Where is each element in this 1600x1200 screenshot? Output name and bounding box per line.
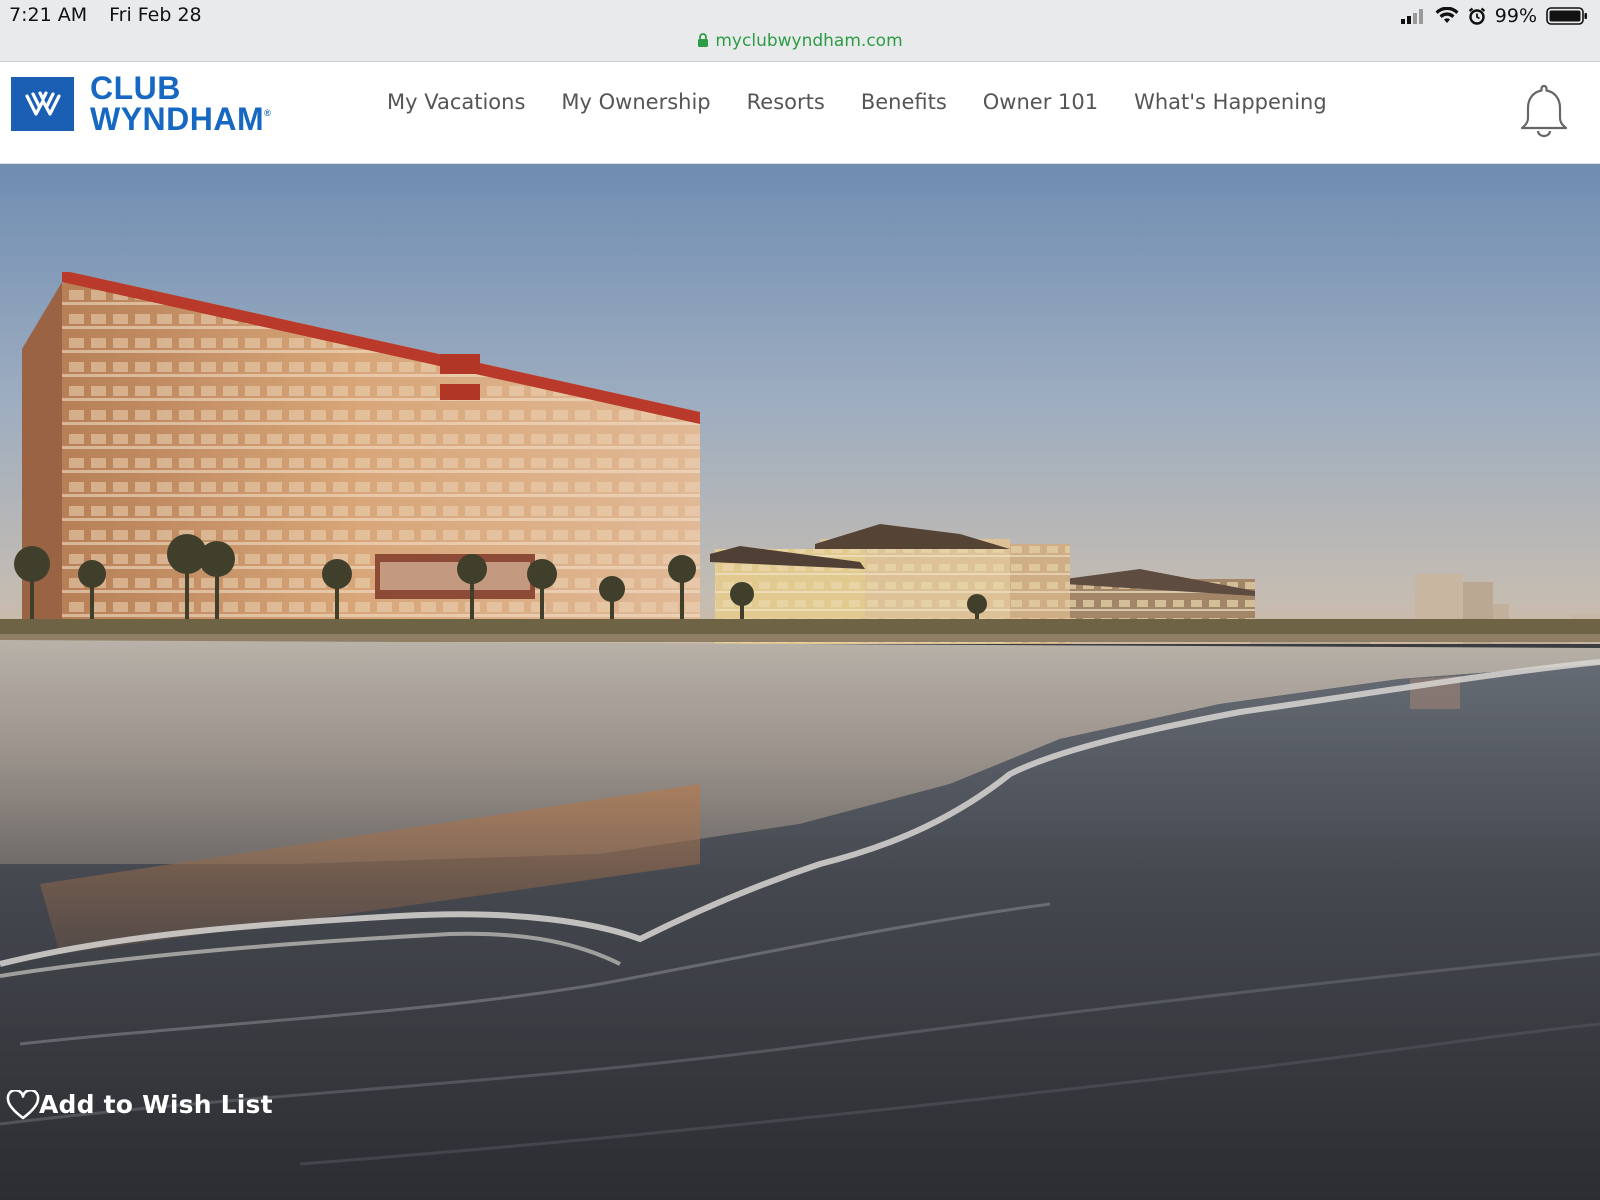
club-wyndham-logo[interactable]: CLUB WYNDHAM® bbox=[11, 70, 272, 138]
bell-icon[interactable] bbox=[1518, 82, 1570, 140]
nav-item-benefits[interactable]: Benefits bbox=[861, 90, 947, 114]
status-date: Fri Feb 28 bbox=[109, 4, 202, 26]
hero-image: Add to Wish List bbox=[0, 164, 1600, 1200]
status-time: 7:21 AM bbox=[9, 4, 88, 26]
battery-percent: 99% bbox=[1494, 5, 1537, 27]
alarm-icon bbox=[1468, 7, 1485, 25]
add-to-wish-list-button[interactable]: Add to Wish List bbox=[6, 1090, 273, 1120]
site-header: CLUB WYNDHAM® My Vacations My Ownership … bbox=[0, 62, 1600, 164]
url-text: myclubwyndham.com bbox=[715, 31, 903, 51]
wish-list-label: Add to Wish List bbox=[39, 1090, 273, 1119]
nav-item-my-ownership[interactable]: My Ownership bbox=[561, 90, 710, 114]
main-nav: My Vacations My Ownership Resorts Benefi… bbox=[387, 90, 1327, 114]
nav-item-resorts[interactable]: Resorts bbox=[747, 90, 825, 114]
wifi-icon bbox=[1435, 7, 1459, 23]
heart-icon bbox=[6, 1090, 40, 1120]
wyndham-logo-mark-icon bbox=[11, 77, 74, 132]
logo-line-1: CLUB bbox=[90, 70, 181, 106]
logo-line-2: WYNDHAM bbox=[90, 101, 265, 138]
logo-wordmark: CLUB WYNDHAM® bbox=[90, 70, 272, 138]
address-bar[interactable]: myclubwyndham.com bbox=[0, 31, 1600, 51]
nav-item-whats-happening[interactable]: What's Happening bbox=[1134, 90, 1327, 114]
logo-registered-mark: ® bbox=[264, 108, 272, 119]
signal-icon bbox=[1400, 9, 1423, 24]
battery-icon bbox=[1546, 7, 1587, 25]
nav-item-my-vacations[interactable]: My Vacations bbox=[387, 90, 525, 114]
status-bar-left: 7:21 AM Fri Feb 28 bbox=[9, 4, 202, 26]
browser-top-bar: 7:21 AM Fri Feb 28 99% myclubwyndham.com bbox=[0, 0, 1600, 62]
beachfront-resort-photo bbox=[0, 164, 1600, 1200]
nav-item-owner-101[interactable]: Owner 101 bbox=[983, 90, 1098, 114]
status-bar-right: 99% bbox=[1400, 5, 1588, 27]
lock-icon bbox=[698, 33, 709, 47]
